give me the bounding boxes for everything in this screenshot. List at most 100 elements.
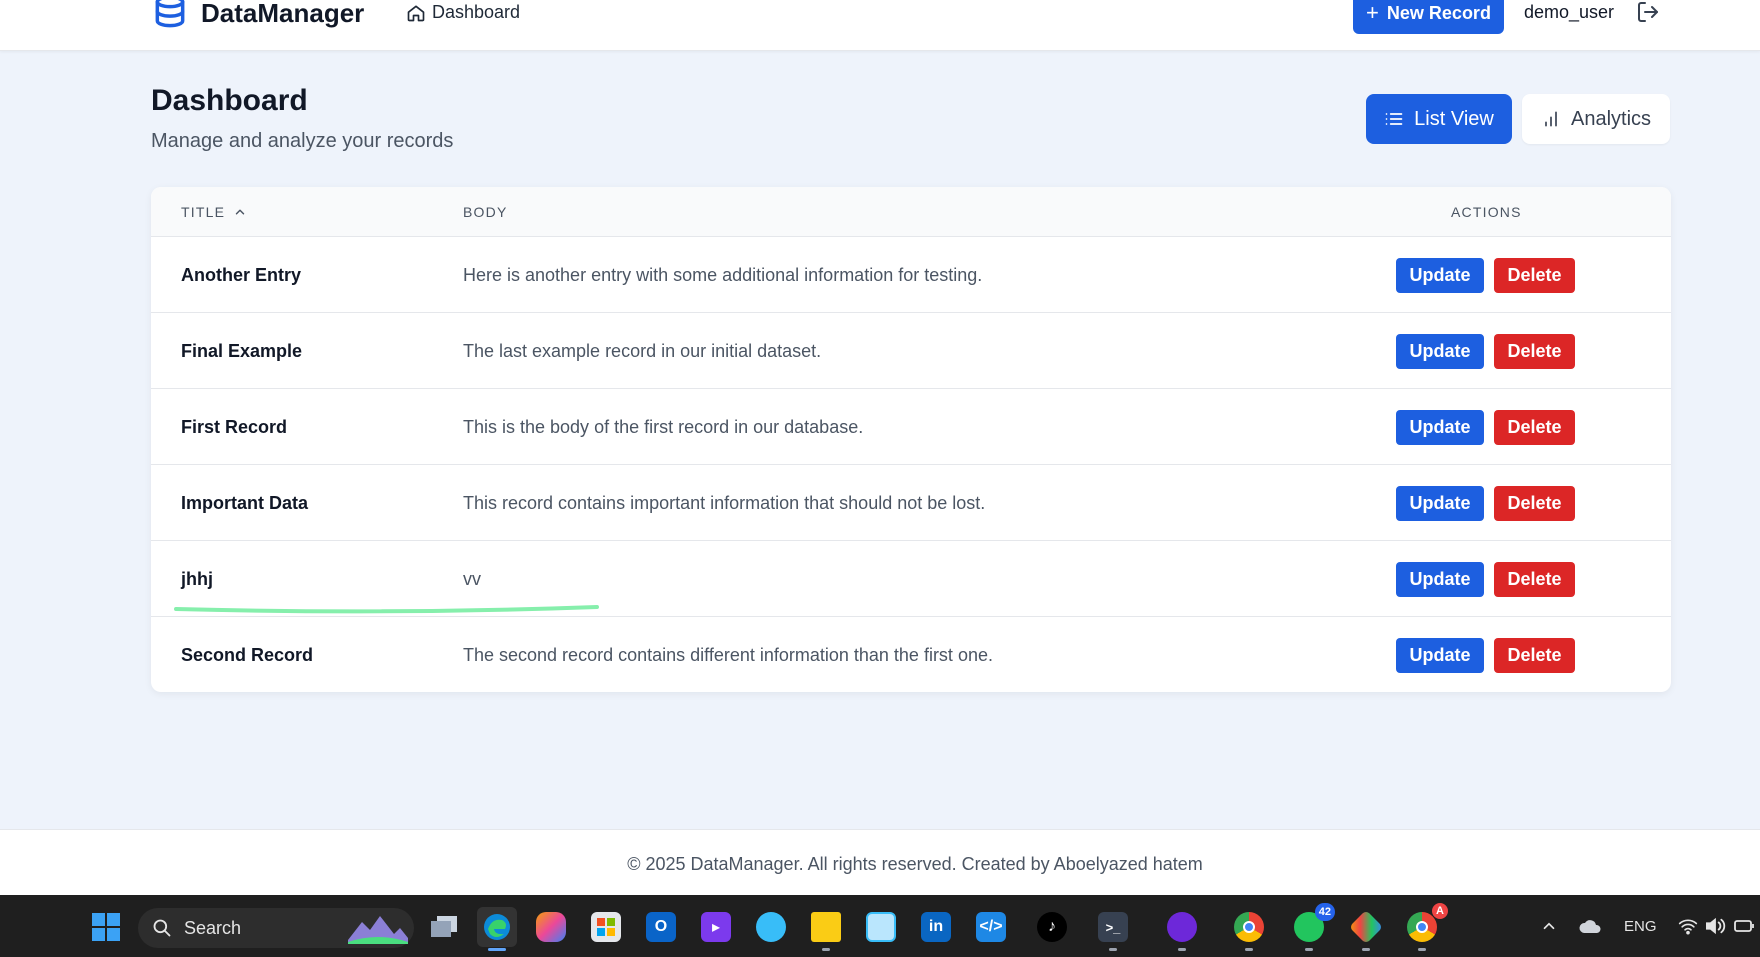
terminal-app[interactable]: >_ bbox=[1093, 907, 1133, 951]
notepad-app[interactable] bbox=[861, 907, 901, 947]
home-icon bbox=[407, 5, 425, 21]
git-app[interactable] bbox=[1346, 907, 1386, 951]
row-title: jhhj bbox=[181, 569, 213, 589]
windows-start-icon[interactable] bbox=[91, 912, 121, 942]
row-title: Important Data bbox=[181, 493, 309, 513]
chrome-app[interactable] bbox=[1229, 907, 1269, 951]
delete-button[interactable]: Delete bbox=[1494, 334, 1575, 369]
table-header: TITLE BODY ACTIONS bbox=[151, 187, 1671, 237]
analytics-button[interactable]: Analytics bbox=[1522, 94, 1670, 144]
row-body: This record contains important informati… bbox=[463, 493, 986, 513]
row-title: Second Record bbox=[181, 645, 314, 665]
copilot-app[interactable] bbox=[531, 907, 571, 947]
list-view-button[interactable]: List View bbox=[1366, 94, 1512, 144]
delete-button[interactable]: Delete bbox=[1494, 258, 1575, 293]
store-app[interactable] bbox=[586, 907, 626, 947]
table-row: First Record This is the body of the fir… bbox=[151, 389, 1671, 465]
row-body: The last example record in our initial d… bbox=[463, 341, 822, 361]
chrome-profile-icon bbox=[1407, 912, 1437, 942]
brand[interactable]: DataManager bbox=[151, 0, 364, 32]
battery-icon[interactable] bbox=[1734, 895, 1756, 957]
file-view-icon bbox=[429, 912, 459, 942]
windows-taskbar: Search O ▸ in </> ♪ >_ 42 A ENG bbox=[0, 895, 1760, 957]
brand-name: DataManager bbox=[201, 0, 365, 28]
highlight-underline bbox=[174, 605, 599, 614]
top-nav: DataManager Dashboard + New Record demo_… bbox=[0, 0, 1760, 51]
tiktok-app[interactable]: ♪ bbox=[1032, 907, 1072, 947]
file-explorer-app[interactable] bbox=[806, 907, 846, 951]
bar-chart-icon bbox=[1545, 111, 1557, 127]
paint-icon bbox=[756, 912, 786, 942]
outlook-icon: O bbox=[646, 912, 676, 942]
row-body: The second record contains different inf… bbox=[463, 645, 993, 665]
row-title: First Record bbox=[181, 417, 288, 437]
github-icon bbox=[1167, 912, 1197, 942]
row-body: This is the body of the first record in … bbox=[463, 417, 864, 437]
edge-app[interactable] bbox=[477, 907, 517, 951]
column-header-title[interactable]: TITLE bbox=[181, 204, 247, 220]
update-button[interactable]: Update bbox=[1396, 486, 1484, 521]
taskview-app[interactable] bbox=[424, 907, 464, 947]
nav-dashboard-link[interactable]: Dashboard bbox=[406, 2, 520, 23]
landscape-icon bbox=[348, 916, 408, 944]
search-icon bbox=[153, 919, 171, 937]
database-icon bbox=[155, 0, 185, 28]
visual-studio-app[interactable]: ▸ bbox=[696, 907, 736, 947]
git-icon bbox=[1349, 910, 1383, 944]
delete-button[interactable]: Delete bbox=[1494, 410, 1575, 445]
notepad-icon bbox=[866, 912, 896, 942]
copilot-icon bbox=[536, 912, 566, 942]
delete-button[interactable]: Delete bbox=[1494, 638, 1575, 673]
chrome-profile-badge: A bbox=[1432, 903, 1448, 919]
delete-button[interactable]: Delete bbox=[1494, 562, 1575, 597]
column-header-actions: ACTIONS bbox=[1451, 204, 1522, 220]
sort-ascending-icon bbox=[235, 209, 245, 215]
analytics-label: Analytics bbox=[1570, 107, 1652, 130]
file-explorer-icon bbox=[811, 912, 841, 942]
vscode-icon: </> bbox=[976, 912, 1006, 942]
tray-chevron-icon[interactable] bbox=[1540, 895, 1558, 957]
paint-app[interactable] bbox=[751, 907, 791, 947]
outlook-app[interactable]: O bbox=[641, 907, 681, 947]
table-row: Second Record The second record contains… bbox=[151, 617, 1671, 692]
new-record-button[interactable]: + New Record bbox=[1353, 0, 1504, 34]
table-row: Important Data This record contains impo… bbox=[151, 465, 1671, 541]
delete-button[interactable]: Delete bbox=[1494, 486, 1575, 521]
edge-icon bbox=[482, 912, 512, 942]
vscode-app[interactable]: </> bbox=[971, 907, 1011, 947]
github-app[interactable] bbox=[1162, 907, 1202, 951]
language-indicator[interactable]: ENG bbox=[1624, 895, 1657, 957]
search-label: Search bbox=[184, 917, 242, 938]
column-header-body: BODY bbox=[463, 204, 508, 220]
terminal-icon: >_ bbox=[1098, 912, 1128, 942]
linkedin-icon: in bbox=[921, 912, 951, 942]
nav-dashboard-label: Dashboard bbox=[432, 2, 521, 22]
table-row: Final Example The last example record in… bbox=[151, 313, 1671, 389]
store-icon bbox=[591, 912, 621, 942]
username: demo_user bbox=[1524, 2, 1615, 22]
visual-studio-icon: ▸ bbox=[701, 912, 731, 942]
chrome-icon bbox=[1234, 912, 1264, 942]
row-title: Final Example bbox=[181, 341, 303, 361]
wifi-icon[interactable] bbox=[1678, 895, 1698, 957]
onedrive-icon[interactable] bbox=[1578, 895, 1602, 957]
row-body: vv bbox=[463, 569, 481, 589]
whatsapp-app[interactable]: 42 bbox=[1289, 903, 1335, 951]
update-button[interactable]: Update bbox=[1396, 334, 1484, 369]
page-subtitle: Manage and analyze your records bbox=[151, 130, 454, 152]
taskbar-search[interactable]: Search bbox=[138, 908, 414, 948]
new-record-label: New Record bbox=[1386, 2, 1491, 23]
logout-icon[interactable] bbox=[1636, 0, 1660, 24]
list-icon bbox=[1385, 113, 1403, 125]
volume-icon[interactable] bbox=[1704, 895, 1726, 957]
update-button[interactable]: Update bbox=[1396, 562, 1484, 597]
row-title: Another Entry bbox=[181, 265, 302, 285]
records-table: TITLE BODY ACTIONS Another Entry Here is… bbox=[151, 187, 1671, 692]
row-body: Here is another entry with some addition… bbox=[463, 265, 983, 285]
list-view-label: List View bbox=[1414, 107, 1494, 130]
linkedin-app[interactable]: in bbox=[916, 907, 956, 947]
update-button[interactable]: Update bbox=[1396, 410, 1484, 445]
chrome-profile-app[interactable]: A bbox=[1402, 903, 1448, 951]
update-button[interactable]: Update bbox=[1396, 638, 1484, 673]
update-button[interactable]: Update bbox=[1396, 258, 1484, 293]
